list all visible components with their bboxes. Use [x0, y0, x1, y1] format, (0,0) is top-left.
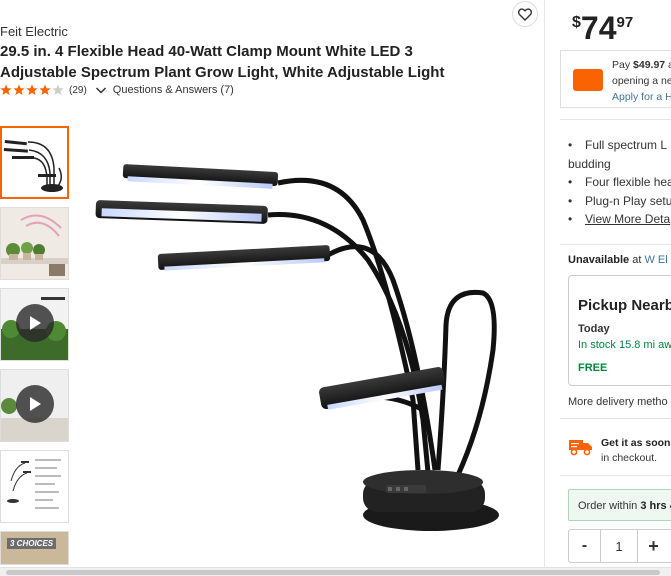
- main-product-image[interactable]: [88, 150, 538, 555]
- pickup-day: Today: [578, 323, 610, 335]
- play-icon: [30, 316, 41, 330]
- divider: [560, 475, 671, 476]
- highlights-list: Full spectrum L budding Four flexible he…: [568, 136, 671, 229]
- star-rating[interactable]: [0, 84, 65, 96]
- price-cents: 97: [616, 14, 634, 31]
- thumbnail-list: 3 CHOICES: [0, 126, 70, 565]
- column-divider: [544, 0, 545, 576]
- pickup-price: FREE: [578, 362, 608, 374]
- promo-line-1: Pay $49.97 a: [612, 59, 671, 71]
- thumbnail-spec-image: [1, 451, 68, 522]
- questions-answers-link[interactable]: Questions & Answers (7): [113, 84, 234, 96]
- pickup-stock-status: In stock 15.8 mi awa: [578, 339, 671, 351]
- divider: [560, 119, 671, 120]
- price-dollars: 74: [580, 10, 617, 46]
- highlight-item-continued: budding: [568, 156, 611, 171]
- play-button[interactable]: [16, 304, 54, 342]
- review-count[interactable]: (29): [69, 85, 87, 96]
- highlight-item: Full spectrum L: [568, 136, 671, 155]
- scrollbar-thumb[interactable]: [6, 570, 660, 575]
- credit-card-icon: [573, 69, 603, 91]
- pickup-title: Pickup Nearb: [578, 297, 671, 314]
- star-icon: [39, 84, 51, 96]
- apply-credit-link[interactable]: Apply for a H: [612, 91, 671, 103]
- shipping-estimate-title: Get it as soon: [601, 437, 671, 449]
- thumbnail-lamp[interactable]: [0, 126, 69, 199]
- price: $ 74 97: [572, 10, 633, 46]
- play-button[interactable]: [16, 385, 54, 423]
- quantity-stepper: - 1 +: [568, 529, 671, 563]
- order-cutoff-banner: Order within 3 hrs 4: [568, 489, 671, 521]
- quantity-input[interactable]: 1: [601, 530, 637, 562]
- thumbnail-choices[interactable]: 3 CHOICES: [0, 531, 69, 565]
- horizontal-scrollbar[interactable]: [0, 567, 671, 576]
- truck-icon: [569, 440, 592, 456]
- promo-line-2: opening a ne: [612, 75, 671, 87]
- view-more-details[interactable]: View More Deta: [568, 210, 671, 229]
- heart-icon: [518, 7, 532, 21]
- more-delivery-methods[interactable]: More delivery metho: [568, 396, 668, 408]
- star-icon: [13, 84, 25, 96]
- brand-name[interactable]: Feit Electric: [0, 24, 68, 39]
- play-icon: [30, 397, 41, 411]
- thumbnail-spec-diagram[interactable]: [0, 450, 69, 523]
- availability-status: Unavailable at W El P: [568, 254, 671, 266]
- thumbnail-video-1[interactable]: [0, 288, 69, 361]
- divider: [560, 244, 671, 245]
- star-empty-icon: [52, 84, 64, 96]
- rating-row: (29) Questions & Answers (7): [0, 84, 234, 96]
- thumbnail-plants-image: [1, 208, 68, 279]
- product-title: 29.5 in. 4 Flexible Head 40-Watt Clamp M…: [0, 43, 445, 81]
- quantity-decrease-button[interactable]: -: [569, 530, 601, 562]
- price-currency: $: [572, 14, 581, 31]
- thumbnail-lamp-image: [3, 140, 63, 192]
- divider: [560, 418, 671, 419]
- star-icon: [0, 84, 12, 96]
- chevron-down-icon[interactable]: [95, 84, 107, 96]
- credit-promo: Pay $49.97 a opening a ne Apply for a H: [560, 50, 671, 108]
- star-icon: [26, 84, 38, 96]
- shipping-estimate-note: in checkout.: [601, 452, 658, 464]
- store-link[interactable]: W El P: [644, 254, 671, 266]
- quantity-increase-button[interactable]: +: [637, 530, 669, 562]
- highlight-item: Four flexible hea: [568, 173, 671, 192]
- thumbnail-plants[interactable]: [0, 207, 69, 280]
- favorite-button[interactable]: [512, 1, 538, 27]
- thumbnail-video-2[interactable]: [0, 369, 69, 442]
- order-cutoff-text: Order within 3 hrs 4: [578, 500, 671, 512]
- pickup-option-card[interactable]: Pickup Nearb Today In stock 15.8 mi awa …: [568, 275, 671, 386]
- highlight-item: Plug-n Play setu: [568, 192, 671, 211]
- choices-label: 3 CHOICES: [7, 538, 57, 549]
